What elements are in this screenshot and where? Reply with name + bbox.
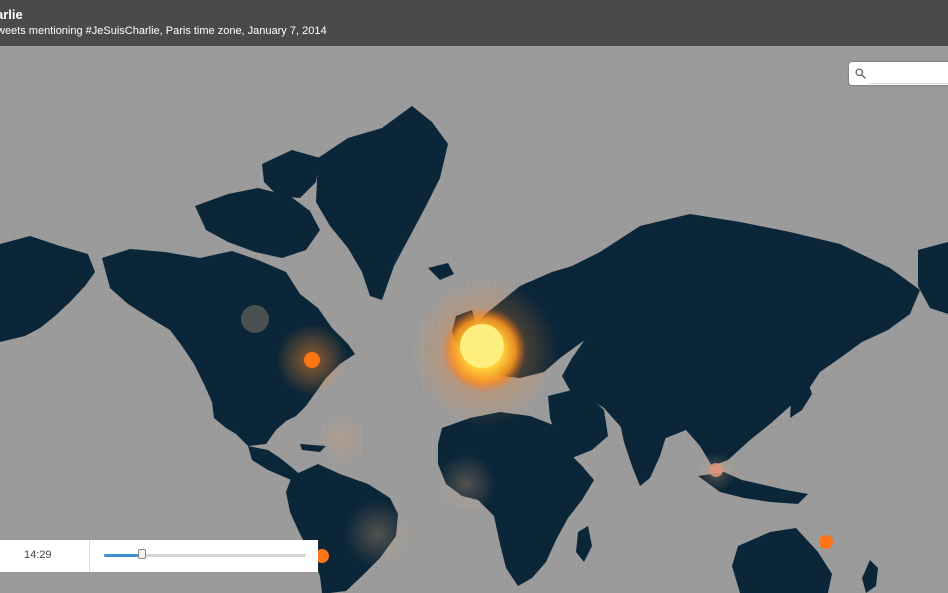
faint-cluster-caribbean xyxy=(316,412,368,464)
map-header: arlie weets mentioning #JeSuisCharlie, P… xyxy=(0,0,948,46)
point-north-america xyxy=(304,352,320,368)
point-australia xyxy=(819,535,833,549)
map-title: arlie xyxy=(0,7,23,22)
world-map[interactable] xyxy=(0,46,948,593)
faint-cluster-south-america xyxy=(344,500,412,568)
timeline-divider xyxy=(89,540,90,572)
map-subtitle: weets mentioning #JeSuisCharlie, Paris t… xyxy=(0,25,327,37)
search-box[interactable] xyxy=(849,62,948,85)
time-slider-fill xyxy=(104,554,143,557)
faint-cluster-canada xyxy=(241,305,269,333)
point-southeast-asia xyxy=(709,463,723,477)
time-slider[interactable] xyxy=(104,554,306,557)
hotspot-europe-core xyxy=(460,324,504,368)
time-label: 14:29 xyxy=(24,549,52,561)
time-slider-handle[interactable] xyxy=(138,549,147,559)
faint-cluster-west-africa xyxy=(436,454,496,514)
timeline-control: 14:29 xyxy=(0,540,318,572)
search-input[interactable] xyxy=(869,66,948,84)
search-icon xyxy=(855,68,866,79)
